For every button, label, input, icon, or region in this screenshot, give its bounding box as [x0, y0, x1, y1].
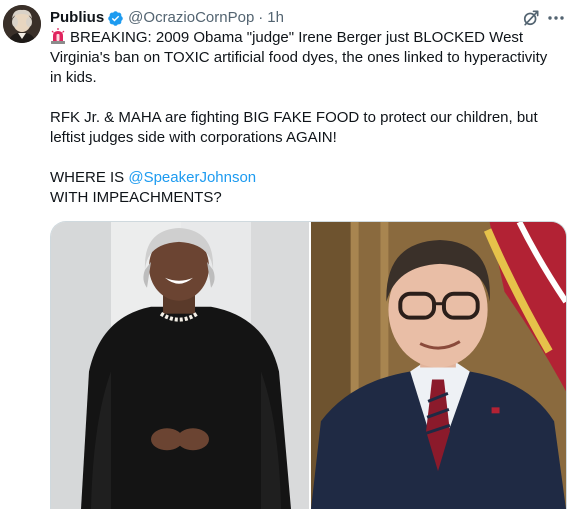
tweet[interactable]: Publius @OcrazioCornPop · 1h BREAKING: 2… [0, 0, 567, 509]
media-image-1[interactable] [51, 222, 309, 509]
verified-badge-icon [108, 10, 123, 26]
judge-photo [51, 222, 309, 509]
tweet-header: Publius @OcrazioCornPop · 1h [50, 8, 284, 28]
more-icon[interactable] [546, 8, 566, 28]
avatar[interactable] [3, 5, 41, 43]
avatar-portrait-icon [3, 5, 41, 43]
mention-link[interactable]: @SpeakerJohnson [128, 169, 256, 186]
author-handle[interactable]: @OcrazioCornPop [128, 8, 254, 28]
media-grid [50, 221, 567, 509]
tweet-paragraph-1: BREAKING: 2009 Obama "judge" Irene Berge… [50, 28, 555, 88]
timestamp[interactable]: 1h [267, 8, 284, 28]
separator-dot: · [258, 9, 264, 26]
grok-icon[interactable] [521, 8, 541, 28]
tweet-line-2: RFK Jr. & MAHA are fighting BIG FAKE FOO… [50, 109, 538, 146]
media-image-2[interactable] [311, 222, 566, 509]
display-name[interactable]: Publius [50, 8, 104, 28]
tweet-text: BREAKING: 2009 Obama "judge" Irene Berge… [50, 28, 555, 208]
siren-emoji-icon [51, 28, 65, 44]
tweet-line-1: BREAKING: 2009 Obama "judge" Irene Berge… [50, 29, 548, 86]
tweet-paragraph-3: WHERE IS @SpeakerJohnson [50, 168, 555, 188]
tweet-line-4: WITH IMPEACHMENTS? [50, 189, 222, 206]
speaker-photo [311, 222, 566, 509]
tweet-line-3-prefix: WHERE IS [50, 169, 129, 186]
